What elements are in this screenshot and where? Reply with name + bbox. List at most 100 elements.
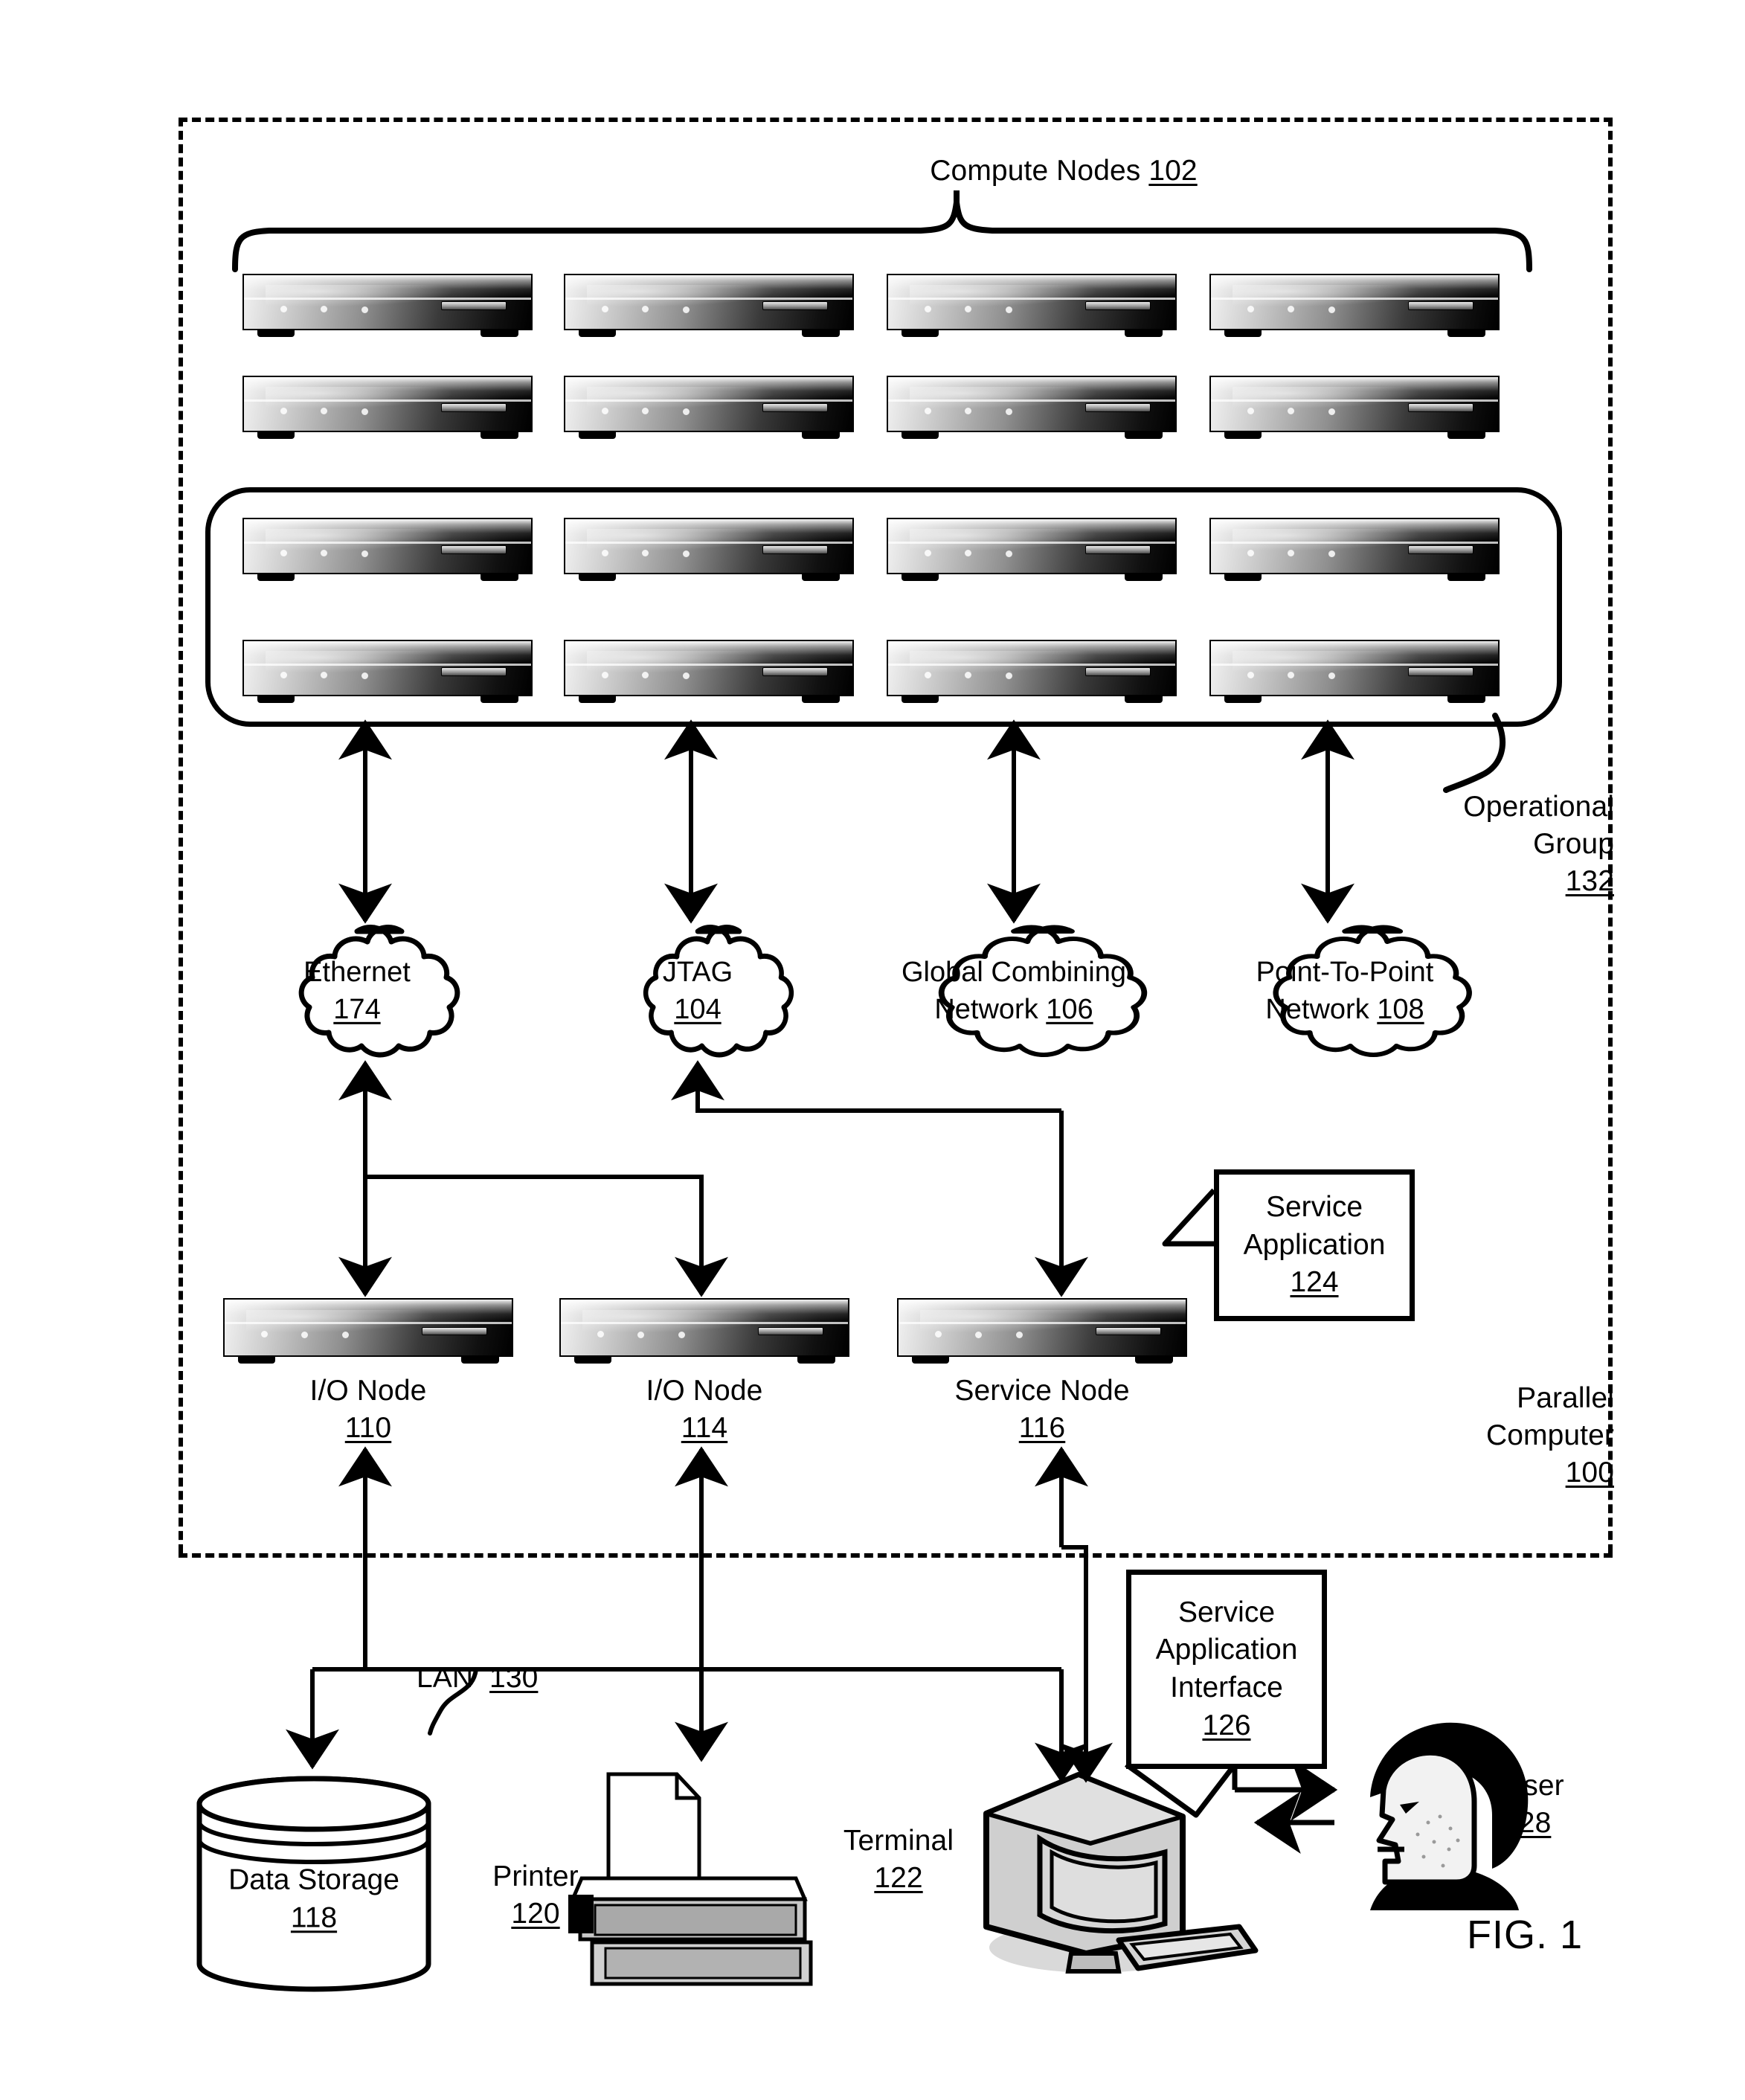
service-node-116-graphic bbox=[897, 1298, 1187, 1364]
compute-nodes-brace bbox=[232, 202, 1532, 272]
node-foot bbox=[573, 1355, 612, 1364]
compute-node-in-group bbox=[242, 640, 533, 703]
node-foot bbox=[237, 1355, 276, 1364]
compute-node bbox=[887, 376, 1177, 439]
compute-node-in-group bbox=[1209, 518, 1500, 581]
node-leds bbox=[271, 549, 417, 557]
network-cloud-jtag: JTAG 104 bbox=[594, 924, 802, 1058]
node-foot bbox=[480, 695, 518, 703]
node-drive-bay bbox=[1085, 667, 1151, 676]
node-drive-bay bbox=[762, 667, 828, 676]
node-foot bbox=[901, 329, 939, 337]
data-storage-label: Data Storage 118 bbox=[228, 1863, 399, 1933]
node-foot bbox=[480, 329, 518, 337]
node-leds bbox=[593, 549, 738, 557]
operational-group-label: Operational Group 132 bbox=[1463, 791, 1614, 897]
node-foot bbox=[578, 329, 617, 337]
node-foot bbox=[801, 695, 840, 703]
node-drive-bay bbox=[441, 667, 507, 676]
node-leds bbox=[271, 305, 417, 313]
node-foot bbox=[1224, 695, 1262, 703]
node-foot bbox=[1124, 573, 1163, 581]
service-application-box: Service Application 124 bbox=[1214, 1169, 1415, 1321]
compute-node-in-group bbox=[564, 518, 854, 581]
node-drive-bay bbox=[1408, 667, 1474, 676]
service-application-interface-text: Service Application Interface 126 bbox=[1155, 1596, 1298, 1741]
node-foot bbox=[578, 695, 617, 703]
service-application-pointer bbox=[1162, 1188, 1216, 1247]
service-application-text: Service Application 124 bbox=[1243, 1190, 1386, 1299]
node-foot bbox=[257, 695, 295, 703]
node-foot bbox=[1447, 431, 1485, 439]
node-foot bbox=[578, 431, 617, 439]
printer-label: Printer 120 bbox=[492, 1860, 579, 1930]
node-foot bbox=[460, 1355, 499, 1364]
node-drive-bay bbox=[441, 403, 507, 412]
figure-canvas: Compute Nodes 102 Operational Group 132 Pa… bbox=[0, 0, 1745, 2100]
compute-node-in-group bbox=[887, 640, 1177, 703]
node-foot bbox=[1124, 329, 1163, 337]
node-drive-bay bbox=[762, 545, 828, 554]
compute-nodes-title: Compute Nodes 102 bbox=[841, 152, 1287, 190]
node-drive-bay bbox=[441, 545, 507, 554]
node-foot bbox=[1447, 329, 1485, 337]
node-foot bbox=[801, 329, 840, 337]
network-cloud-point-to-point: Point-To-Point Network 108 bbox=[1206, 924, 1483, 1058]
node-leds bbox=[1238, 407, 1384, 415]
frame-edge-left bbox=[179, 118, 183, 1553]
compute-node bbox=[242, 274, 533, 337]
data-storage-graphic: Data Storage 118 bbox=[195, 1774, 433, 1997]
node-leds bbox=[1238, 671, 1384, 679]
wire-service-node-to-terminal bbox=[1059, 1545, 1113, 1783]
node-foot bbox=[257, 329, 295, 337]
node-foot bbox=[480, 573, 518, 581]
node-foot bbox=[901, 431, 939, 439]
node-leds bbox=[916, 671, 1061, 679]
compute-nodes-number: 102 bbox=[1148, 155, 1198, 187]
node-leds bbox=[916, 305, 1061, 313]
network-cloud-ethernet: Ethernet 174 bbox=[245, 924, 469, 1058]
service-application-interface-box: Service Application Interface 126 bbox=[1126, 1570, 1327, 1769]
compute-node bbox=[1209, 376, 1500, 439]
node-foot bbox=[1224, 329, 1262, 337]
frame-edge-top bbox=[179, 118, 1613, 122]
network-cloud-global-combining: Global Combining Network 106 bbox=[869, 924, 1159, 1058]
parallel-computer-number: 100 bbox=[1565, 1456, 1614, 1489]
node-drive-bay bbox=[762, 403, 828, 412]
compute-node bbox=[1209, 274, 1500, 337]
node-foot bbox=[257, 431, 295, 439]
node-drive-bay bbox=[762, 301, 828, 310]
node-leds bbox=[271, 407, 417, 415]
node-foot bbox=[901, 573, 939, 581]
node-drive-bay bbox=[422, 1326, 487, 1336]
node-leds bbox=[916, 549, 1061, 557]
node-leds bbox=[593, 407, 738, 415]
node-drive-bay bbox=[1085, 301, 1151, 310]
node-leds bbox=[1238, 549, 1384, 557]
figure-caption: FIG. 1 bbox=[1467, 1913, 1584, 1957]
io-node-114-graphic bbox=[559, 1298, 849, 1364]
node-drive-bay bbox=[1408, 545, 1474, 554]
lan-label: LAN 130 bbox=[417, 1662, 539, 1694]
compute-node-in-group bbox=[564, 640, 854, 703]
compute-node bbox=[564, 376, 854, 439]
node-foot bbox=[901, 695, 939, 703]
node-drive-bay bbox=[1085, 545, 1151, 554]
node-leds bbox=[916, 407, 1061, 415]
node-leds bbox=[593, 305, 738, 313]
node-foot bbox=[257, 573, 295, 581]
compute-node-in-group bbox=[242, 518, 533, 581]
node-drive-bay bbox=[758, 1326, 823, 1336]
node-drive-bay bbox=[441, 301, 507, 310]
node-leds bbox=[271, 671, 417, 679]
operational-group-number: 132 bbox=[1565, 864, 1614, 897]
io-node-114-label: I/O Node 114 bbox=[646, 1375, 763, 1444]
node-foot bbox=[1124, 695, 1163, 703]
compute-nodes-label: Compute Nodes bbox=[930, 155, 1141, 187]
terminal-graphic bbox=[960, 1748, 1259, 1994]
node-leds bbox=[593, 671, 738, 679]
node-foot bbox=[1447, 573, 1485, 581]
node-drive-bay bbox=[1408, 301, 1474, 310]
node-foot bbox=[1224, 431, 1262, 439]
operational-group-leader bbox=[1443, 713, 1505, 793]
